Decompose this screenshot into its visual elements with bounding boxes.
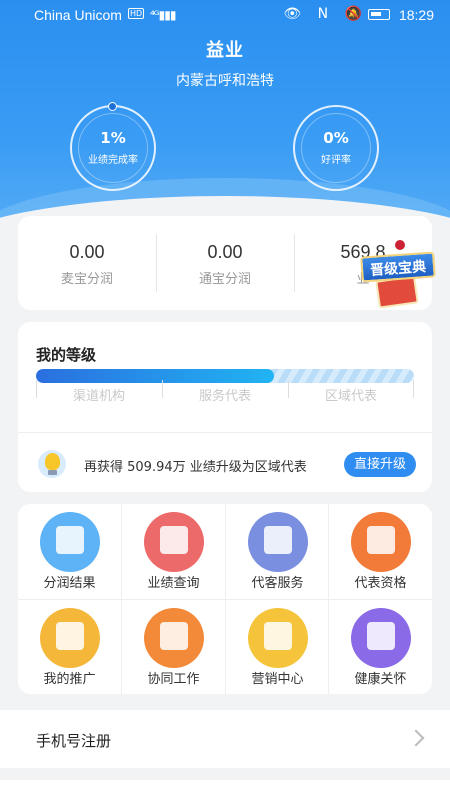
health-icon xyxy=(351,608,411,668)
stat-label: 麦宝分润 xyxy=(60,272,113,287)
building-icon xyxy=(144,608,204,668)
house-icon xyxy=(248,608,308,668)
tier-label: 区域代表 xyxy=(324,389,377,404)
stat-value: 0.00 xyxy=(207,242,243,262)
grid-item-promotion[interactable]: 我的推广 xyxy=(18,600,121,694)
ring-indicator-dot xyxy=(108,102,117,111)
grid-item-health[interactable]: 健康关怀 xyxy=(329,600,432,694)
grid-item-profit[interactable]: 分润结果 xyxy=(18,504,121,599)
level-progress-bar xyxy=(36,369,414,383)
stat-value: 0.00 xyxy=(69,242,105,262)
completion-label: 业绩完成率 xyxy=(88,155,138,166)
stat-tongbao[interactable]: 0.00 通宝分润 xyxy=(156,216,294,310)
completion-value: 1% xyxy=(100,129,126,147)
upgrade-button[interactable]: 直接升级 xyxy=(344,452,416,477)
header: China Unicom HD ⁴ᴳ▮▮▮ 👁 N 🔕 18:29 益业 内蒙古… xyxy=(0,0,450,235)
next-row xyxy=(0,780,450,800)
badge-label: 晋级宝典 xyxy=(360,251,436,283)
divider xyxy=(18,432,432,433)
rating-value: 0% xyxy=(323,129,349,147)
status-icons: 👁 N 🔕 xyxy=(283,6,368,22)
grid-item-service[interactable]: 代客服务 xyxy=(226,504,329,599)
megaphone-icon xyxy=(40,608,100,668)
level-progress-fill xyxy=(36,369,275,383)
wallet-icon xyxy=(40,512,100,572)
signal-icon: ⁴ᴳ▮▮▮ xyxy=(150,8,177,22)
hd-icon: HD xyxy=(128,8,145,19)
grid-item-marketing[interactable]: 营销中心 xyxy=(226,600,329,694)
grid-item-qualification[interactable]: 代表资格 xyxy=(329,504,432,599)
stat-maibao[interactable]: 0.00 麦宝分润 xyxy=(18,216,156,310)
battery-icon xyxy=(368,9,390,20)
phone-register-row[interactable]: 手机号注册 xyxy=(0,710,450,768)
grid-item-performance[interactable]: 业绩查询 xyxy=(122,504,225,599)
user-name: 益业 xyxy=(206,40,244,61)
document-icon xyxy=(248,512,308,572)
pin-icon xyxy=(395,240,405,250)
clock: 18:29 xyxy=(398,7,434,23)
chevron-right-icon xyxy=(407,729,425,747)
tier-label: 渠道机构 xyxy=(72,389,125,404)
phone-register-label: 手机号注册 xyxy=(36,732,112,750)
user-location: 内蒙古呼和浩特 xyxy=(176,73,274,89)
status-bar: China Unicom HD ⁴ᴳ▮▮▮ 👁 N 🔕 18:29 xyxy=(0,0,450,30)
robot-icon xyxy=(351,512,411,572)
promotion-guide-badge[interactable]: 晋级宝典 xyxy=(355,240,437,312)
lightbulb-icon xyxy=(36,448,68,480)
tier-label: 服务代表 xyxy=(198,389,251,404)
completion-ring[interactable]: 1% 业绩完成率 xyxy=(70,102,156,191)
grid-item-collaboration[interactable]: 协同工作 xyxy=(122,600,225,694)
chart-icon xyxy=(144,512,204,572)
level-title: 我的等级 xyxy=(36,346,97,364)
feature-grid: 分润结果 业绩查询 代客服务 代表资格 我的推广 协同工作 营销中心 健康关怀 xyxy=(18,504,432,694)
rating-ring[interactable]: 0% 好评率 xyxy=(293,105,379,191)
carrier-name: China Unicom xyxy=(34,7,122,23)
upgrade-hint: 再获得 509.94万 业绩升级为区域代表 xyxy=(84,460,307,475)
rating-label: 好评率 xyxy=(321,155,351,166)
stat-label: 通宝分润 xyxy=(198,272,251,287)
level-card: 我的等级 渠道机构 服务代表 区域代表 再获得 509.94万 业绩升级为区域代… xyxy=(18,322,432,492)
